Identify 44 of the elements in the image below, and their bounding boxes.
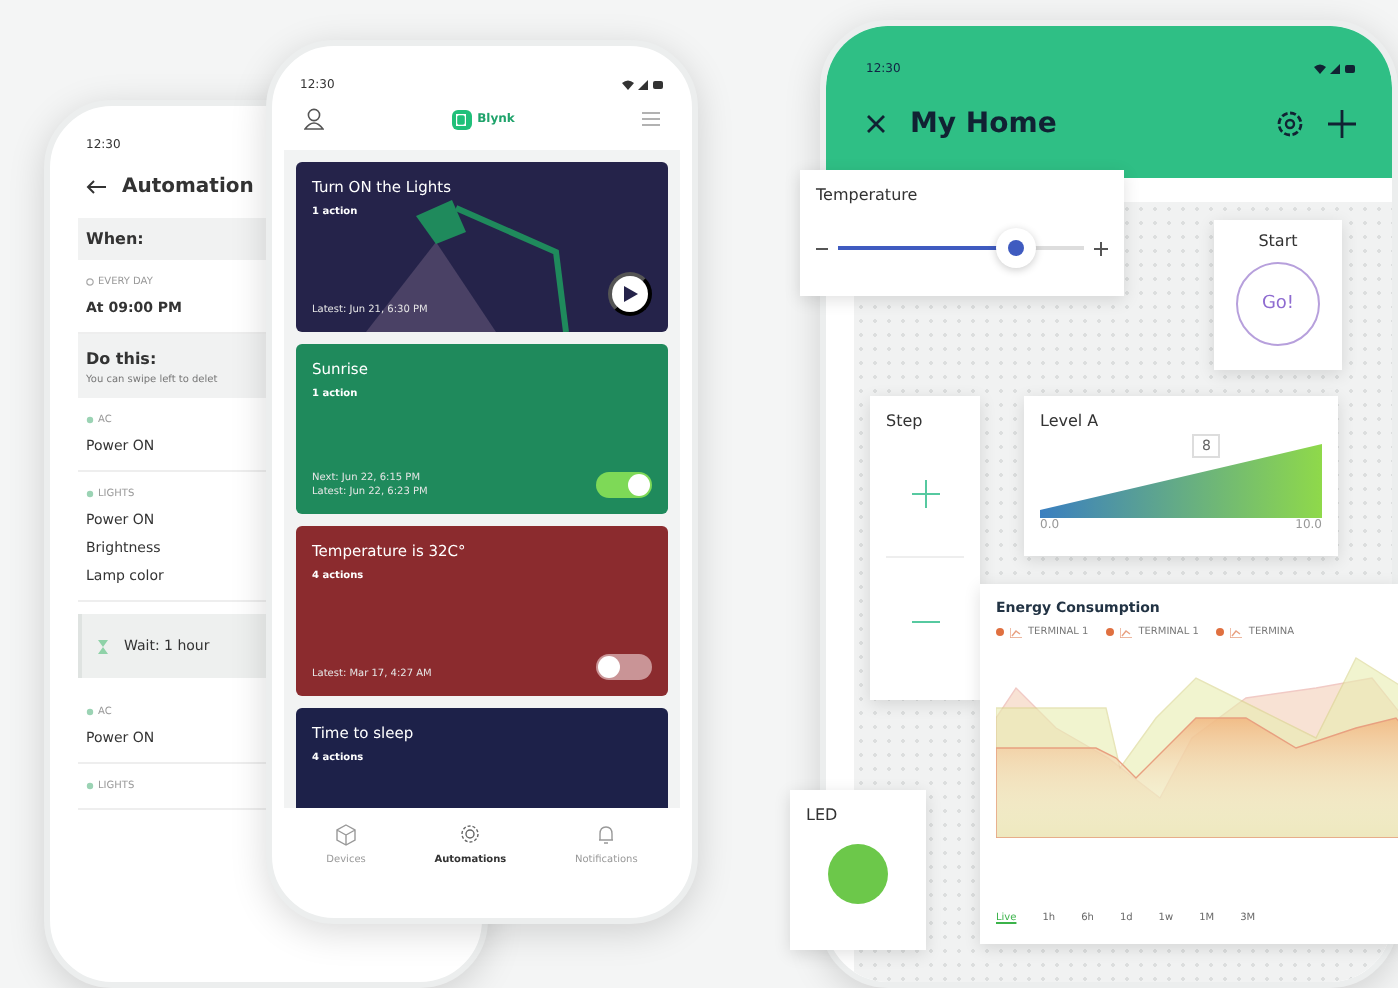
logo-mark-icon [456,113,467,125]
device-icon [86,782,94,790]
section-heading: Do this: [86,350,159,368]
hourglass-icon [98,639,108,653]
plus-icon[interactable] [1094,241,1108,255]
device-icon [86,490,94,498]
toggle-switch[interactable] [596,654,652,680]
battery-icon [1344,64,1356,74]
widget-label: Temperature [816,186,920,204]
legend-dot [1216,628,1225,636]
device-icon [86,708,94,716]
slider-thumb[interactable] [995,228,1036,268]
go-button[interactable]: Go! [1236,262,1320,346]
legend-dot [1106,628,1115,636]
widget-label: Step [886,412,925,430]
battery-icon [652,80,664,90]
widget-label: Start [1258,232,1298,250]
screen-title: My Home [910,108,1057,140]
line-chart-icon [1120,627,1133,637]
minus-icon[interactable] [816,245,828,251]
cube-icon [336,824,357,846]
back-arrow-icon[interactable] [86,180,106,194]
play-icon [623,286,637,302]
wifi-icon [1314,64,1326,74]
widget-label: Level A [1040,412,1101,430]
settings-icon[interactable] [1276,110,1304,138]
device-icon [86,416,94,424]
line-chart-icon [1230,627,1243,637]
legend-dot [996,628,1004,636]
slider-track[interactable] [838,228,1084,268]
line-chart-icon [1010,627,1022,637]
toggle-switch[interactable] [596,472,652,498]
profile-icon[interactable] [304,108,324,130]
plus-icon[interactable] [1328,110,1356,138]
signal-icon [1330,64,1340,74]
gear-icon [460,824,481,846]
wifi-icon [622,80,634,90]
widget-label: LED [806,806,838,824]
clock-icon [86,278,94,286]
screen-title: Automation [122,176,254,198]
bell-icon [596,824,617,846]
signal-icon [638,80,648,90]
play-button[interactable] [608,272,652,316]
close-icon[interactable] [866,114,886,134]
